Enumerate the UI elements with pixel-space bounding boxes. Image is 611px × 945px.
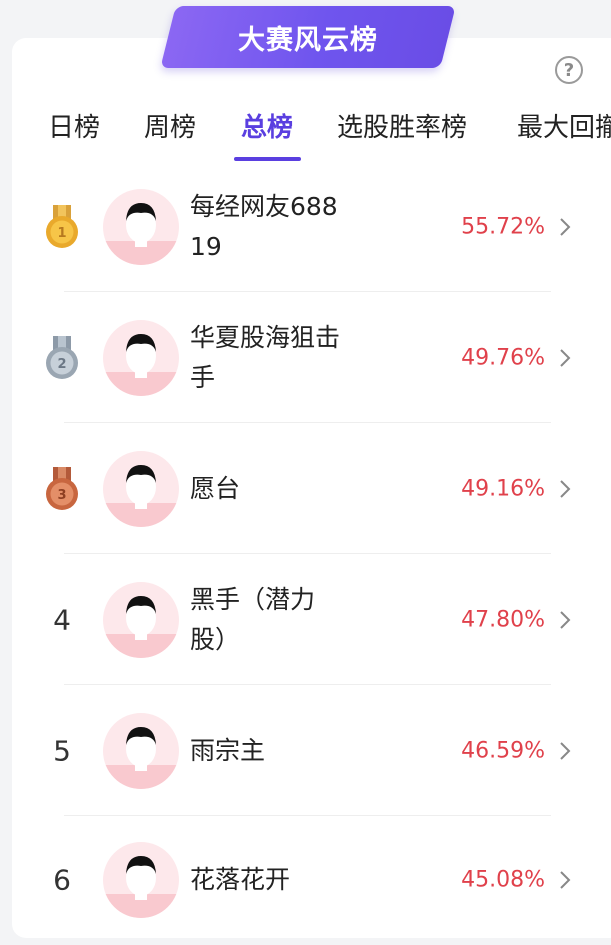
return-rate: 47.80% [461, 607, 545, 633]
return-rate: 49.76% [461, 345, 545, 371]
user-name: 愿台 [190, 474, 241, 503]
avatar [103, 320, 179, 396]
ranking-row[interactable]: 1 每经网友68819 55.72% [0, 162, 611, 292]
title-banner: 大赛风云榜 [160, 6, 456, 68]
ranking-row[interactable]: 5 雨宗主 46.59% [0, 686, 611, 816]
tab-overall[interactable]: 总榜 [241, 108, 293, 148]
tab-daily[interactable]: 日榜 [48, 108, 100, 148]
chevron-right-icon [560, 480, 571, 498]
tab-max-drawdown[interactable]: 最大回撤 [517, 108, 611, 148]
chevron-right-icon [560, 871, 571, 889]
chevron-right-icon [560, 742, 571, 760]
tab-weekly[interactable]: 周榜 [144, 108, 196, 148]
silver-medal-icon: 2 [46, 336, 78, 379]
user-name: 华夏股海狙击手 [190, 323, 341, 392]
bronze-medal-icon: 3 [46, 467, 78, 510]
page-title: 大赛风云榜 [238, 24, 378, 56]
return-rate: 45.08% [461, 867, 545, 893]
chevron-right-icon [560, 218, 571, 236]
return-rate: 46.59% [461, 738, 545, 764]
avatar [103, 842, 179, 918]
active-tab-indicator [234, 157, 301, 161]
user-name: 黑手（潜力股） [190, 585, 316, 654]
ranking-row[interactable]: 6 花落花开 45.08% [0, 815, 611, 945]
ranking-row[interactable]: 2 华夏股海狙击手 49.76% [0, 293, 611, 423]
user-name: 雨宗主 [190, 736, 266, 765]
gold-medal-icon: 1 [46, 205, 78, 248]
return-rate: 55.72% [461, 214, 545, 240]
avatar [103, 713, 179, 789]
help-icon[interactable]: ? [555, 56, 583, 84]
svg-text:1: 1 [57, 226, 66, 241]
svg-text:2: 2 [57, 357, 66, 372]
svg-text:3: 3 [57, 488, 66, 503]
user-name: 每经网友68819 [190, 192, 338, 261]
avatar [103, 451, 179, 527]
chevron-right-icon [560, 349, 571, 367]
avatar [103, 582, 179, 658]
rank-number: 5 [53, 734, 71, 768]
return-rate: 49.16% [461, 476, 545, 502]
rank-number: 4 [53, 603, 71, 637]
rank-number: 6 [53, 863, 71, 897]
ranking-tabs: 日榜 周榜 总榜 选股胜率榜 最大回撤 [0, 100, 611, 164]
chevron-right-icon [560, 611, 571, 629]
tab-stock-win-rate[interactable]: 选股胜率榜 [337, 108, 467, 148]
avatar [103, 189, 179, 265]
ranking-row[interactable]: 3 愿台 49.16% [0, 424, 611, 554]
user-name: 花落花开 [190, 865, 291, 894]
ranking-row[interactable]: 4 黑手（潜力股） 47.80% [0, 555, 611, 685]
